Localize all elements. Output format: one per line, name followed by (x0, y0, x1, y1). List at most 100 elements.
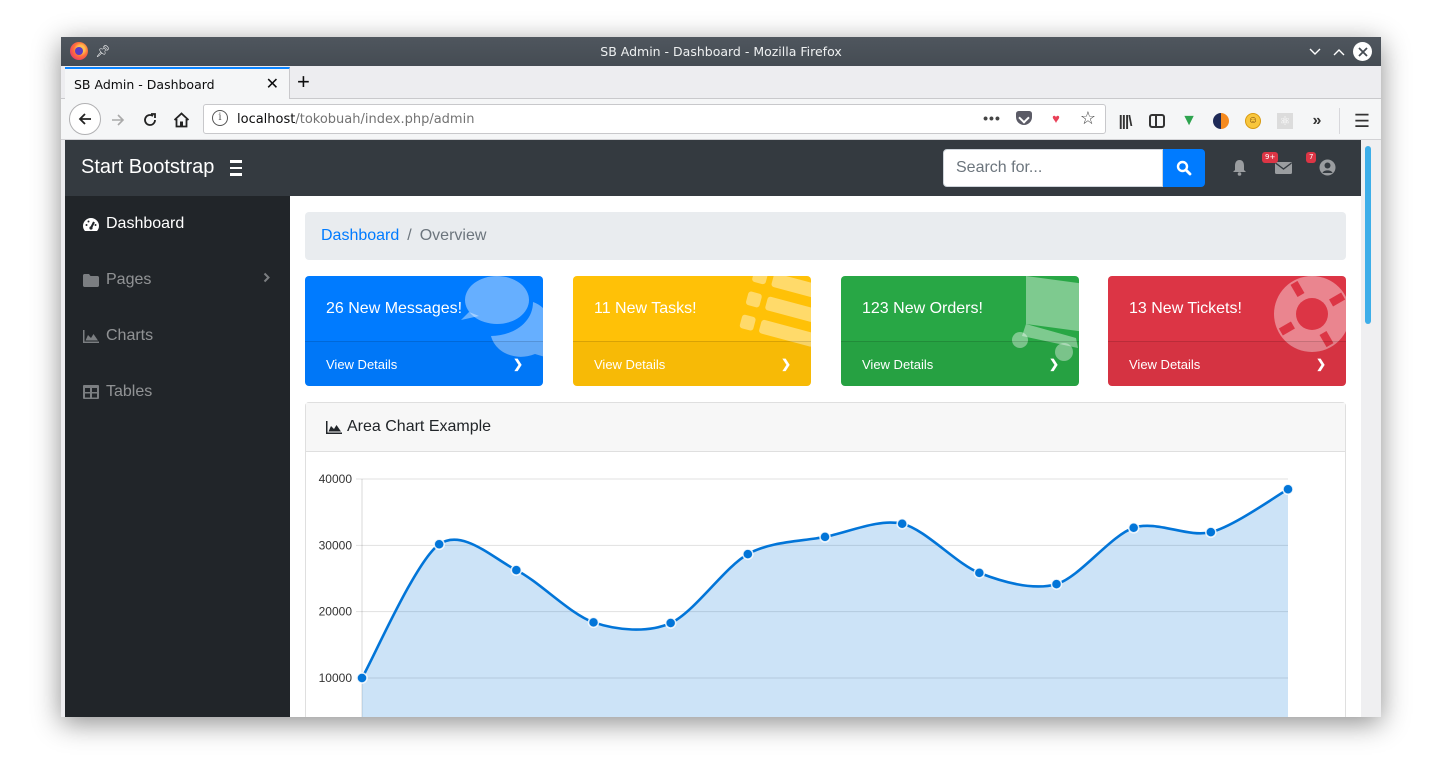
table-icon (82, 384, 100, 400)
search-input[interactable] (943, 149, 1163, 187)
card-text: 13 New Tickets! (1129, 300, 1242, 317)
close-window-button[interactable] (1353, 42, 1372, 61)
y-tick-label: 20000 (319, 605, 353, 619)
chevron-right-icon: ❯ (512, 357, 523, 371)
new-tab-button[interactable]: + (297, 69, 310, 95)
sidebar-item-label: Charts (106, 327, 154, 344)
y-tick-label: 10000 (319, 671, 353, 685)
data-point (1282, 483, 1294, 496)
window-title: SB Admin - Dashboard - Mozilla Firefox (600, 44, 842, 59)
alerts-button[interactable] (1230, 156, 1248, 178)
smiley-icon: ☺ (1245, 113, 1261, 129)
main-content: Dashboard / Overview 26 New Messages! Vi… (290, 196, 1361, 717)
page-actions-icon[interactable]: ••• (983, 109, 1001, 127)
card-text: 26 New Messages! (326, 300, 463, 317)
browser-tab[interactable]: SB Admin - Dashboard ✕ (65, 67, 290, 99)
view-details-link[interactable]: View Details ❯ (841, 341, 1079, 386)
bookmark-star-icon[interactable]: ☆ (1079, 108, 1097, 128)
chart-card-header: Area Chart Example (306, 403, 1345, 452)
scrollbar-thumb[interactable] (1365, 146, 1371, 324)
sidebar-item-pages[interactable]: Pages (65, 252, 290, 308)
breadcrumb: Dashboard / Overview (305, 212, 1346, 260)
emoji-extension-button[interactable]: ☺ (1243, 110, 1263, 132)
data-point (510, 564, 523, 576)
folder-icon (82, 272, 100, 288)
sidebar-item-charts[interactable]: Charts (65, 308, 290, 364)
react-extension-button[interactable]: ⚛ (1275, 110, 1295, 132)
messages-card: 26 New Messages! View Details ❯ (305, 276, 543, 386)
user-menu-button[interactable]: 7 (1306, 152, 1336, 178)
chart-title: Area Chart Example (347, 418, 492, 435)
data-point (819, 531, 831, 543)
maximize-button[interactable] (1329, 42, 1348, 61)
tab-title: SB Admin - Dashboard (74, 77, 215, 92)
home-button[interactable] (166, 105, 196, 135)
breadcrumb-separator: / (407, 227, 412, 244)
arrow-right-icon (112, 114, 125, 126)
view-details-link[interactable]: View Details ❯ (305, 341, 543, 386)
toolbar-divider (1339, 108, 1340, 134)
url-bar[interactable]: i localhost/tokobuah/index.php/admin •••… (203, 104, 1106, 134)
view-details-link[interactable]: View Details ❯ (1108, 341, 1346, 386)
url-host: localhost (237, 112, 296, 127)
user-badge: 7 (1306, 152, 1317, 163)
close-icon (1357, 46, 1368, 57)
area-fill (362, 489, 1288, 717)
search-group (943, 149, 1205, 187)
bars-icon-line (230, 173, 242, 176)
tachometer-icon (82, 216, 100, 232)
page-scrollbar[interactable] (1361, 140, 1381, 717)
fox-extension-icon[interactable]: ▼ (1179, 110, 1199, 132)
pocket-icon[interactable] (1015, 109, 1033, 127)
chevron-right-icon: ❯ (780, 357, 791, 371)
browser-toolbar: i localhost/tokobuah/index.php/admin •••… (61, 99, 1381, 140)
chevron-right-icon: ❯ (1315, 357, 1326, 371)
s-extension-button[interactable] (1211, 110, 1231, 132)
forward-button[interactable] (103, 105, 133, 135)
data-point (1127, 521, 1140, 534)
toolbar-icons: |||\ ▼ ☺ ⚛ » ☰ (1115, 108, 1372, 134)
extension-heart-icon[interactable]: ♥ (1047, 109, 1065, 127)
area-chart-icon (82, 328, 100, 344)
chevron-down-icon (1309, 48, 1320, 55)
sidebar-toggle-button[interactable] (230, 156, 246, 178)
data-point (742, 548, 754, 560)
url-text[interactable]: localhost/tokobuah/index.php/admin (237, 112, 474, 127)
tab-close-icon[interactable]: ✕ (266, 74, 279, 94)
data-point (1050, 578, 1063, 590)
tickets-card: 13 New Tickets! View Details ❯ (1108, 276, 1346, 386)
back-button[interactable] (69, 103, 101, 135)
info-icon[interactable]: i (212, 110, 228, 126)
sidebar-item-label: Dashboard (106, 215, 185, 232)
sidebar-toggle-button[interactable] (1147, 110, 1167, 132)
sidebar-item-tables[interactable]: Tables (65, 364, 290, 420)
messages-badge: 9+ (1262, 152, 1279, 163)
library-icon[interactable]: |||\ (1115, 110, 1135, 132)
sidebar-item-dashboard[interactable]: Dashboard (65, 196, 290, 252)
area-chart-icon (326, 420, 342, 434)
arrow-left-icon (78, 113, 91, 125)
reload-button[interactable] (135, 105, 165, 135)
tab-bar: SB Admin - Dashboard ✕ + (61, 66, 1381, 99)
page-viewport: Start Bootstrap 9+ (65, 140, 1361, 717)
overflow-chevron-icon[interactable]: » (1307, 110, 1327, 132)
top-navbar: Start Bootstrap 9+ (65, 140, 1361, 196)
hamburger-menu-icon[interactable]: ☰ (1352, 110, 1372, 132)
messages-button[interactable]: 9+ (1262, 152, 1292, 178)
footer-label: View Details (594, 356, 666, 372)
chevron-right-icon (263, 271, 270, 286)
card-text: 11 New Tasks! (594, 300, 697, 317)
data-point (896, 517, 908, 530)
area-chart: 40000 30000 20000 10000 (319, 472, 1294, 717)
navbar-brand[interactable]: Start Bootstrap (81, 156, 214, 179)
data-point (433, 538, 445, 551)
title-bar: 📌︎ SB Admin - Dashboard - Mozilla Firefo… (61, 37, 1381, 66)
footer-label: View Details (326, 356, 398, 372)
sidebar-item-label: Tables (106, 383, 153, 400)
view-details-link[interactable]: View Details ❯ (573, 341, 811, 386)
sidebar-icon (1149, 114, 1165, 128)
minimize-button[interactable] (1305, 42, 1324, 61)
breadcrumb-link-dashboard[interactable]: Dashboard (321, 227, 399, 245)
search-button[interactable] (1163, 149, 1205, 187)
desktop: 📌︎ SB Admin - Dashboard - Mozilla Firefo… (0, 0, 1442, 780)
